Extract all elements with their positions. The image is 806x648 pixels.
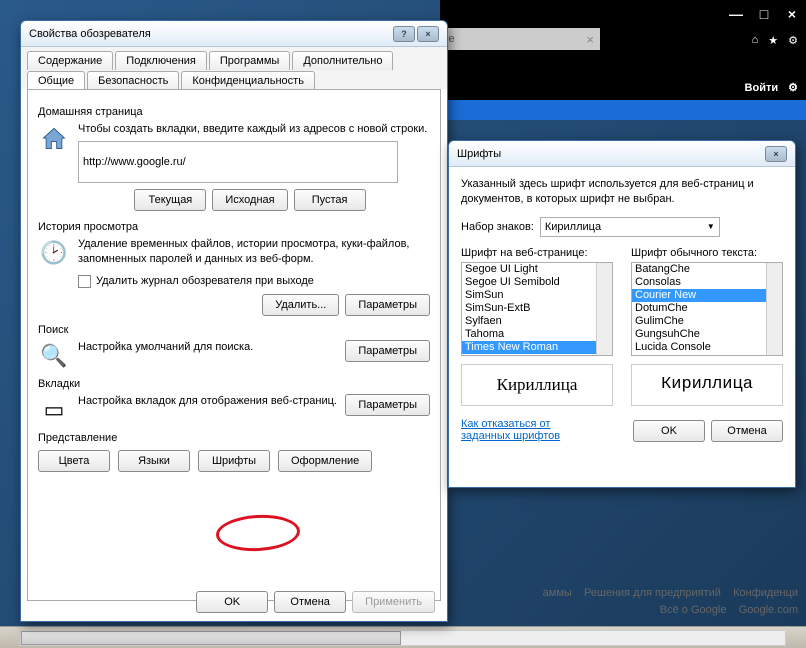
fonts-desc: Указанный здесь шрифт используется для в… <box>461 177 783 207</box>
plain-font-sample: Кириллица <box>631 364 783 406</box>
btn-delete-history[interactable]: Удалить... <box>262 294 339 316</box>
home-icon <box>38 122 70 154</box>
fonts-ok-button[interactable]: OK <box>633 420 705 442</box>
list-item[interactable]: Segoe UI Light <box>462 263 612 276</box>
help-button[interactable]: ? <box>393 26 415 42</box>
web-font-label: Шрифт на веб-странице: <box>461 247 613 259</box>
btn-default[interactable]: Исходная <box>212 189 287 211</box>
charset-select[interactable]: Кириллица ▼ <box>540 217 720 237</box>
btn-current[interactable]: Текущая <box>134 189 206 211</box>
history-icon: 🕑 <box>38 237 70 269</box>
list-item[interactable]: SimSun-ExtB <box>462 302 612 315</box>
tab-security[interactable]: Безопасность <box>87 71 179 90</box>
browser-toolbar: le × ⌂ ★ ⚙ Войти ⚙ <box>440 28 806 100</box>
btn-tabs-params[interactable]: Параметры <box>345 394 430 416</box>
charset-value: Кириллица <box>545 221 601 233</box>
btn-accessibility[interactable]: Оформление <box>278 450 372 472</box>
search-icon: 🔍 <box>38 340 70 372</box>
close-button[interactable]: × <box>778 0 806 28</box>
scrollbar-thumb[interactable] <box>21 631 401 645</box>
search-desc: Настройка умолчаний для поиска. <box>78 340 337 355</box>
btn-languages[interactable]: Языки <box>118 450 190 472</box>
list-item[interactable]: BatangChe <box>632 263 782 276</box>
apply-button[interactable]: Применить <box>352 591 435 613</box>
dialog-title: Свойства обозревателя <box>29 28 391 40</box>
list-item[interactable]: GungsuhChe <box>632 328 782 341</box>
list-item[interactable]: Consolas <box>632 276 782 289</box>
home-desc: Чтобы создать вкладки, введите каждый из… <box>78 122 430 137</box>
internet-options-dialog: Свойства обозревателя ? × Содержание Под… <box>20 20 448 622</box>
delete-on-exit-checkbox[interactable] <box>78 275 91 288</box>
fonts-close-button[interactable]: × <box>765 146 787 162</box>
tab-advanced[interactable]: Дополнительно <box>292 51 393 70</box>
browser-tab[interactable]: le × <box>440 28 600 50</box>
btn-blank[interactable]: Пустая <box>294 189 366 211</box>
history-desc: Удаление временных файлов, истории просм… <box>78 237 430 267</box>
web-font-sample: Кириллица <box>461 364 613 406</box>
list-item[interactable]: Segoe UI Semibold <box>462 276 612 289</box>
presentation-section-label: Представление <box>38 432 430 444</box>
plain-font-label: Шрифт обычного текста: <box>631 247 783 259</box>
history-section-label: История просмотра <box>38 221 430 233</box>
maximize-button[interactable]: □ <box>750 0 778 28</box>
web-font-listbox[interactable]: Segoe UI Light Segoe UI Semibold SimSun … <box>461 262 613 356</box>
fonts-cancel-button[interactable]: Отмена <box>711 420 783 442</box>
scrollbar[interactable] <box>596 263 612 355</box>
plain-font-listbox[interactable]: BatangChe Consolas Courier New DotumChe … <box>631 262 783 356</box>
fonts-dialog: Шрифты × Указанный здесь шрифт используе… <box>448 140 796 488</box>
tabs-icon: ▭ <box>38 394 70 426</box>
search-section-label: Поиск <box>38 324 430 336</box>
tab-privacy[interactable]: Конфиденциальность <box>181 71 315 90</box>
fonts-title: Шрифты <box>457 148 763 160</box>
ok-button[interactable]: OK <box>196 591 268 613</box>
btn-history-params[interactable]: Параметры <box>345 294 430 316</box>
search-strip <box>440 100 806 120</box>
list-item[interactable]: SimSun <box>462 289 612 302</box>
fonts-titlebar: Шрифты × <box>449 141 795 167</box>
tab-close-icon[interactable]: × <box>586 32 594 47</box>
minimize-button[interactable]: — <box>722 0 750 28</box>
dialog-footer: OK Отмена Применить <box>196 591 435 613</box>
tab-panel-general: Домашняя страница Чтобы создать вкладки,… <box>27 89 441 601</box>
annotation-circle <box>215 513 301 553</box>
cancel-button[interactable]: Отмена <box>274 591 346 613</box>
tab-strip: Содержание Подключения Программы Дополни… <box>21 47 447 89</box>
btn-search-params[interactable]: Параметры <box>345 340 430 362</box>
dialog-titlebar: Свойства обозревателя ? × <box>21 21 447 47</box>
status-bar <box>0 626 806 648</box>
ignore-fonts-link[interactable]: Как отказаться от заданных шрифтов <box>461 418 581 442</box>
tab-programs[interactable]: Программы <box>209 51 290 70</box>
list-item[interactable]: Lucida Console <box>632 341 782 354</box>
settings-gear-icon[interactable]: ⚙ <box>788 81 798 94</box>
horizontal-scrollbar[interactable] <box>20 630 786 646</box>
tabs-desc: Настройка вкладок для отображения веб-ст… <box>78 394 337 409</box>
home-icon[interactable]: ⌂ <box>752 34 759 47</box>
list-item[interactable]: Sylfaen <box>462 315 612 328</box>
scrollbar[interactable] <box>766 263 782 355</box>
gear-icon[interactable]: ⚙ <box>788 34 798 47</box>
list-item-selected[interactable]: Courier New <box>632 289 782 302</box>
chevron-down-icon: ▼ <box>707 222 715 231</box>
tab-connections[interactable]: Подключения <box>115 51 207 70</box>
list-item-selected[interactable]: Times New Roman <box>462 341 612 354</box>
home-section-label: Домашняя страница <box>38 106 430 118</box>
list-item[interactable]: DotumChe <box>632 302 782 315</box>
list-item[interactable]: Tahoma <box>462 328 612 341</box>
window-controls: — □ × <box>440 0 806 28</box>
page-footer: аммы Решения для предприятий Конфиденци … <box>440 585 806 618</box>
btn-colors[interactable]: Цвета <box>38 450 110 472</box>
login-link[interactable]: Войти <box>745 82 779 94</box>
list-item[interactable]: GulimChe <box>632 315 782 328</box>
star-icon[interactable]: ★ <box>768 34 778 47</box>
homepage-input[interactable] <box>78 141 398 183</box>
delete-on-exit-label: Удалить журнал обозревателя при выходе <box>96 275 314 287</box>
tab-content[interactable]: Содержание <box>27 51 113 70</box>
close-button[interactable]: × <box>417 26 439 42</box>
btn-fonts[interactable]: Шрифты <box>198 450 270 472</box>
tabs-section-label: Вкладки <box>38 378 430 390</box>
tab-general[interactable]: Общие <box>27 71 85 90</box>
charset-label: Набор знаков: <box>461 221 534 233</box>
